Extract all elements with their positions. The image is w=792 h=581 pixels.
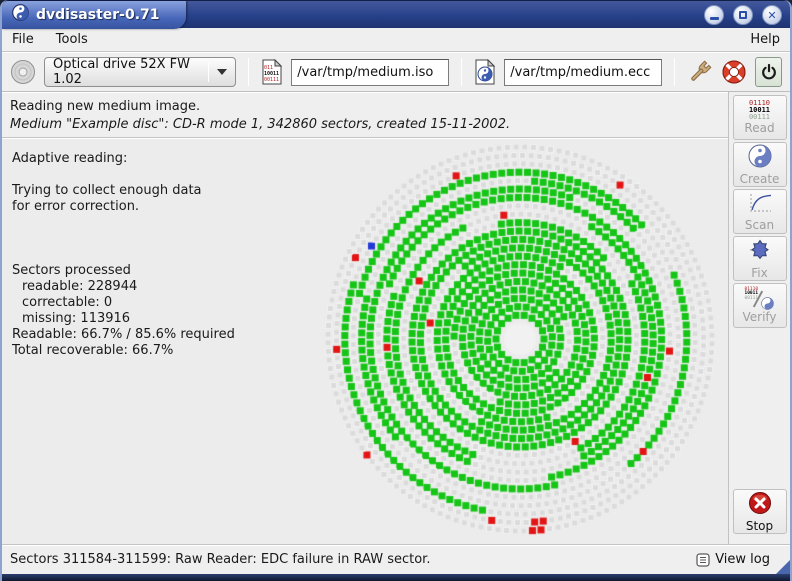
action-sidebar: 01110 10011 00111 Read Create xyxy=(728,92,790,544)
read-button[interactable]: 01110 10011 00111 Read xyxy=(733,95,787,140)
verify-label: Verify xyxy=(742,311,776,324)
maximize-icon xyxy=(739,11,747,19)
status-message: Sectors 311584-311599: Raw Reader: EDC f… xyxy=(10,552,696,567)
scan-button[interactable]: Scan xyxy=(733,189,787,234)
app-yinyang-icon xyxy=(12,4,29,25)
reading-info-panel: Adaptive reading: Trying to collect enou… xyxy=(12,151,235,359)
adaptive-reading-desc2: for error correction. xyxy=(12,199,235,215)
main-content: Adaptive reading: Trying to collect enou… xyxy=(2,138,728,544)
power-icon xyxy=(759,62,779,82)
window-title: dvdisaster-0.71 xyxy=(36,7,160,23)
menu-file[interactable]: File xyxy=(12,32,34,47)
log-list-icon xyxy=(696,553,710,567)
scan-chart-icon xyxy=(747,192,773,218)
toolbar-separator xyxy=(248,58,249,86)
chevron-down-icon xyxy=(217,69,227,75)
fix-label: Fix xyxy=(751,267,767,280)
create-label: Create xyxy=(740,173,780,186)
adaptive-reading-desc1: Trying to collect enough data xyxy=(12,183,235,199)
toolbar: Optical drive 52X FW 1.02 011 10011 0011… xyxy=(2,52,790,92)
preferences-wrench-button[interactable] xyxy=(687,59,713,85)
create-button[interactable]: Create xyxy=(733,142,787,187)
quit-power-button[interactable] xyxy=(755,57,782,87)
resize-grip[interactable] xyxy=(776,560,790,574)
total-recoverable: Total recoverable: 66.7% xyxy=(12,343,235,359)
statusbar: Sectors 311584-311599: Raw Reader: EDC f… xyxy=(2,544,790,574)
view-log-button[interactable]: View log xyxy=(696,552,770,567)
create-yinyang-icon xyxy=(748,144,772,172)
combo-separator xyxy=(208,62,209,82)
iso-file-icon: 011 10011 00111 xyxy=(261,59,283,85)
toolbar-separator xyxy=(461,58,462,86)
drive-select[interactable]: Optical drive 52X FW 1.02 xyxy=(44,57,236,87)
sectors-processed-heading: Sectors processed xyxy=(12,263,235,279)
help-lifering-button[interactable] xyxy=(721,59,747,85)
stop-icon xyxy=(748,491,772,519)
operation-status-strip: Reading new medium image. Medium "Exampl… xyxy=(2,92,728,138)
stop-label: Stop xyxy=(746,520,773,533)
read-binary-icon: 01110 10011 00111 xyxy=(749,100,770,121)
read-label: Read xyxy=(744,122,774,135)
medium-info: Medium "Example disc": CD-R mode 1, 3428… xyxy=(10,116,728,134)
sectors-correctable: correctable: 0 xyxy=(12,295,235,311)
titlebar-tab[interactable]: dvdisaster-0.71 xyxy=(2,1,186,29)
close-button[interactable]: ✕ xyxy=(762,5,782,25)
iso-path-input[interactable] xyxy=(291,59,449,86)
fix-button[interactable]: Fix xyxy=(733,236,787,281)
verify-button[interactable]: 01110 10011 00111 Verify xyxy=(733,283,787,328)
optical-drive-icon xyxy=(10,59,36,85)
adaptive-reading-heading: Adaptive reading: xyxy=(12,151,235,167)
app-window: dvdisaster-0.71 ✕ File Tools Help Optica… xyxy=(0,0,792,581)
drive-select-value: Optical drive 52X FW 1.02 xyxy=(53,57,200,87)
minimize-button[interactable] xyxy=(704,5,724,25)
verify-icon: 01110 10011 00111 xyxy=(745,288,775,310)
readable-percent: Readable: 66.7% / 85.6% required xyxy=(12,327,235,343)
view-log-label: View log xyxy=(715,552,770,567)
menu-help[interactable]: Help xyxy=(750,32,780,47)
stop-button[interactable]: Stop xyxy=(733,489,787,534)
ecc-file-icon xyxy=(474,59,496,85)
minimize-icon xyxy=(710,17,719,20)
titlebar: dvdisaster-0.71 ✕ xyxy=(2,0,790,28)
menu-tools[interactable]: Tools xyxy=(56,32,88,47)
operation-title: Reading new medium image. xyxy=(10,97,728,116)
svg-text:00111: 00111 xyxy=(264,77,279,83)
fix-patch-icon xyxy=(748,238,772,266)
menubar: File Tools Help xyxy=(2,28,790,52)
close-icon: ✕ xyxy=(767,10,776,21)
sectors-readable: readable: 228944 xyxy=(12,279,235,295)
sectors-missing: missing: 113916 xyxy=(12,311,235,327)
maximize-button[interactable] xyxy=(733,5,753,25)
toolbar-separator xyxy=(674,58,675,86)
scan-label: Scan xyxy=(745,219,774,232)
ecc-path-input[interactable] xyxy=(504,59,662,86)
window-bottom-frame xyxy=(2,574,790,581)
